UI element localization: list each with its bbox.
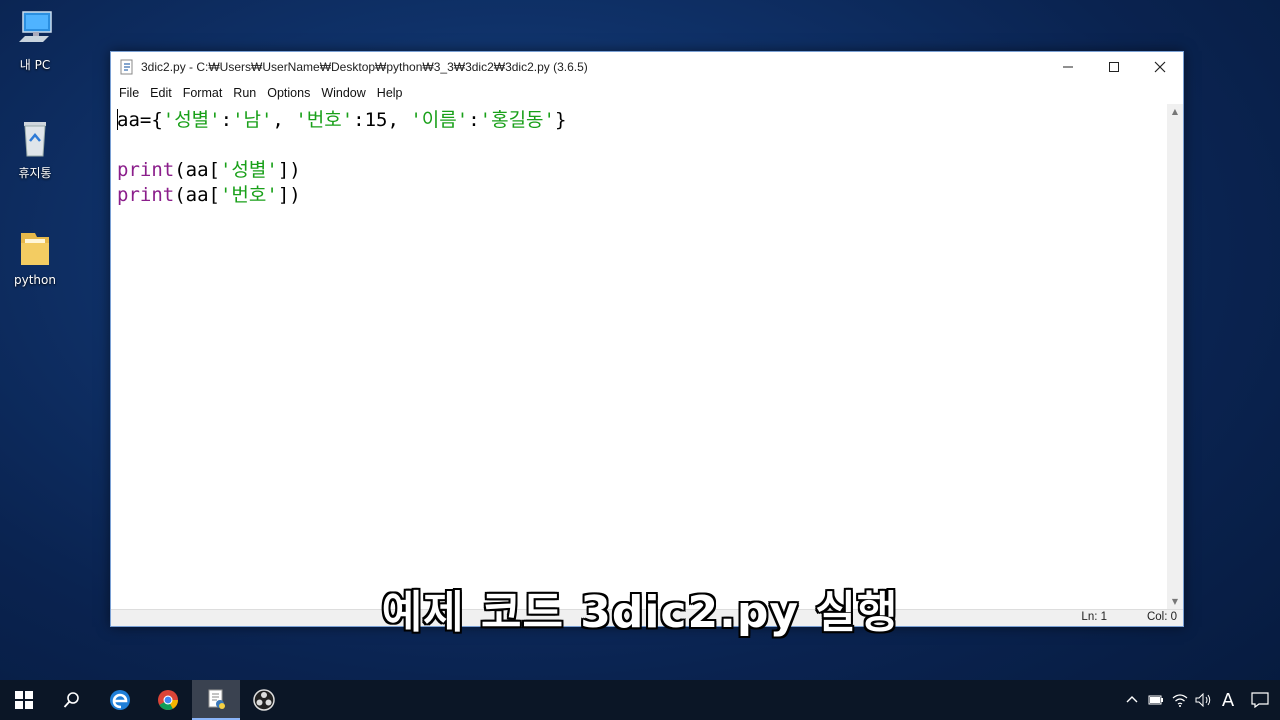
taskbar-python-idle[interactable] — [192, 680, 240, 720]
menu-edit[interactable]: Edit — [146, 86, 179, 100]
menu-help[interactable]: Help — [373, 86, 410, 100]
python-file-icon — [119, 59, 135, 75]
battery-status[interactable] — [1144, 680, 1168, 720]
network-status[interactable] — [1168, 680, 1192, 720]
wifi-icon — [1172, 694, 1188, 707]
computer-icon — [13, 8, 57, 52]
idle-editor-window: 3dic2.py - C:₩Users₩UserName₩Desktop₩pyt… — [110, 51, 1184, 627]
volume-icon — [1195, 693, 1211, 707]
show-hidden-icons-button[interactable] — [1120, 680, 1144, 720]
volume-control[interactable] — [1192, 680, 1216, 720]
video-subtitle: 예제 코드 3dic2.py 실행 — [381, 587, 899, 638]
menu-window[interactable]: Window — [317, 86, 372, 100]
code-line-4: print(aa['번호']) — [117, 184, 301, 206]
taskbar: A — [0, 680, 1280, 720]
desktop-icon-recycle-bin[interactable]: 휴지통 — [4, 116, 66, 181]
battery-icon — [1148, 695, 1163, 705]
desktop-icon-my-pc[interactable]: 내 PC — [4, 8, 66, 73]
maximize-icon — [1109, 62, 1119, 72]
desktop-icon-python-folder[interactable]: python — [4, 225, 66, 287]
close-button[interactable] — [1137, 52, 1183, 82]
windows-start-icon — [15, 691, 33, 709]
folder-icon — [13, 225, 57, 269]
desktop-icon-label: python — [14, 273, 56, 287]
code-line-1: aa={'성별':'남', '번호':15, '이름':'홍길동'} — [117, 109, 567, 131]
taskbar-chrome[interactable] — [144, 680, 192, 720]
menu-options[interactable]: Options — [263, 86, 317, 100]
desktop-icon-label: 휴지통 — [18, 166, 52, 180]
chevron-up-icon — [1126, 696, 1138, 703]
menu-file[interactable]: File — [115, 86, 146, 100]
close-icon — [1154, 61, 1166, 73]
ime-icon[interactable]: A — [1216, 680, 1240, 720]
system-tray: A — [1120, 680, 1280, 720]
search-icon — [63, 692, 79, 708]
code-line-3: print(aa['성별']) — [117, 159, 301, 181]
start-button[interactable] — [0, 680, 48, 720]
menu-format[interactable]: Format — [179, 86, 230, 100]
menu-run[interactable]: Run — [229, 86, 263, 100]
notification-icon — [1251, 692, 1269, 708]
maximize-button[interactable] — [1091, 52, 1137, 82]
scroll-up-icon[interactable]: ▲ — [1167, 104, 1183, 120]
desktop-icon-label: 내 PC — [19, 58, 51, 72]
title-bar[interactable]: 3dic2.py - C:₩Users₩UserName₩Desktop₩pyt… — [111, 52, 1183, 82]
obs-icon — [253, 689, 275, 711]
window-title: 3dic2.py - C:₩Users₩UserName₩Desktop₩pyt… — [141, 60, 588, 74]
edge-icon — [110, 690, 130, 710]
recycle-bin-icon — [13, 116, 57, 160]
taskbar-obs[interactable] — [240, 680, 288, 720]
minimize-icon — [1063, 66, 1073, 68]
taskbar-edge[interactable] — [96, 680, 144, 720]
menu-bar: File Edit Format Run Options Window Help — [111, 82, 1183, 104]
python-idle-icon — [208, 689, 225, 709]
action-center-button[interactable] — [1240, 680, 1280, 720]
vertical-scrollbar[interactable]: ▲ ▼ — [1167, 104, 1183, 610]
search-button[interactable] — [48, 680, 96, 720]
chrome-icon — [158, 690, 178, 711]
code-editor[interactable]: aa={'성별':'남', '번호':15, '이름':'홍길동'} print… — [111, 104, 1167, 610]
minimize-button[interactable] — [1045, 52, 1091, 82]
